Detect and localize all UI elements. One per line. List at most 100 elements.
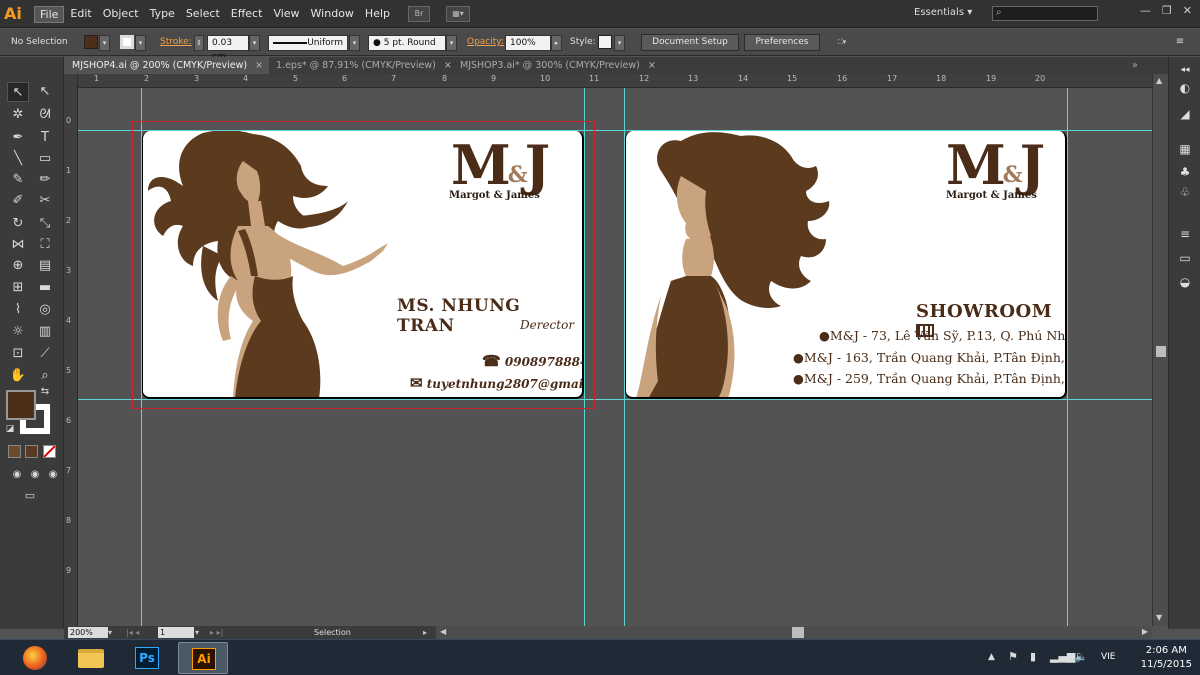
scale-tool-icon[interactable]: ⤡ — [34, 214, 56, 234]
swap-fill-stroke-icon[interactable]: ⇆ — [38, 385, 52, 399]
search-input[interactable]: ⌕ — [992, 6, 1098, 21]
free-transform-tool-icon[interactable]: ⛶ — [34, 235, 56, 255]
scroll-left-icon[interactable]: ◀ — [440, 627, 446, 636]
brushes-panel-icon[interactable]: ▦ — [1176, 140, 1194, 158]
stroke-weight-dropdown[interactable]: ▾ — [249, 35, 260, 51]
horizontal-scroll-thumb[interactable] — [792, 627, 804, 638]
minimize-icon[interactable]: — — [1140, 4, 1151, 17]
artboard-canvas[interactable]: M&J Margot & James MS. NHUNG TRAN Derect… — [78, 88, 1152, 626]
bridge-icon[interactable]: Br — [408, 6, 430, 22]
last-artboard-icon[interactable]: ▸ ▸| — [210, 627, 223, 638]
scroll-up-icon[interactable]: ▲ — [1156, 76, 1162, 85]
zoom-field[interactable]: 200% — [68, 627, 108, 638]
scroll-right-icon[interactable]: ▶ — [1142, 627, 1148, 636]
blend-tool-icon[interactable]: ◎ — [34, 300, 56, 320]
language-indicator[interactable]: VIE — [1101, 652, 1116, 662]
scroll-down-icon[interactable]: ▼ — [1156, 613, 1162, 622]
close-tab-icon[interactable]: × — [648, 60, 656, 71]
tab-1-eps[interactable]: 1.eps* @ 87.91% (CMYK/Preview) × — [270, 57, 458, 74]
hand-tool-icon[interactable]: ✋ — [7, 366, 29, 386]
selection-tool-icon[interactable]: ↖ — [7, 82, 29, 102]
menu-select[interactable]: Select — [181, 6, 225, 23]
menu-view[interactable]: View — [268, 6, 304, 23]
action-center-icon[interactable]: ⚑ — [1008, 650, 1018, 663]
more-tabs-icon[interactable]: » — [1128, 57, 1142, 74]
symbols-panel-icon[interactable]: ♣ — [1176, 163, 1194, 181]
explorer-taskbar-button[interactable] — [66, 642, 116, 674]
swatches-panel-icon[interactable]: ◢ — [1176, 105, 1194, 123]
variable-width-profile[interactable]: Uniform — [268, 35, 348, 51]
guide-vertical[interactable] — [1067, 88, 1068, 626]
workspace-switcher[interactable]: Essentials ▾ — [914, 7, 972, 18]
perspective-grid-tool-icon[interactable]: ▤ — [34, 256, 56, 276]
close-tab-icon[interactable]: × — [255, 60, 263, 71]
tab-mjshop4[interactable]: MJSHOP4.ai @ 200% (CMYK/Preview) × — [66, 57, 270, 74]
power-icon[interactable]: ▮ — [1030, 650, 1036, 663]
business-card-back[interactable]: M&J Margot & James SHOWROOM ●M&J - 73, L… — [625, 131, 1067, 399]
selection-bounding-box[interactable] — [132, 121, 595, 409]
paintbrush-tool-icon[interactable]: ✎ — [7, 170, 29, 190]
photoshop-taskbar-button[interactable]: Ps — [122, 642, 172, 674]
horizontal-scrollbar[interactable]: ◀ ▶ — [436, 626, 1152, 639]
width-tool-icon[interactable]: ⋈ — [7, 235, 29, 255]
menu-file[interactable]: File — [34, 6, 65, 23]
menu-window[interactable]: Window — [306, 6, 359, 23]
menu-effect[interactable]: Effect — [226, 6, 268, 23]
gradient-panel-icon[interactable]: ▭ — [1176, 249, 1194, 267]
draw-inside-icon[interactable]: ◉ — [42, 465, 64, 485]
close-tab-icon[interactable]: × — [444, 60, 452, 71]
symbol-sprayer-tool-icon[interactable]: ☼ — [7, 322, 29, 342]
menu-edit[interactable]: Edit — [65, 6, 96, 23]
rotate-tool-icon[interactable]: ↻ — [7, 214, 29, 234]
stroke-weight-field[interactable]: 0.03 cm — [207, 35, 249, 62]
fill-color-box[interactable] — [6, 390, 36, 420]
lasso-tool-icon[interactable]: ᘛ — [34, 105, 56, 125]
direct-selection-tool-icon[interactable]: ↖ — [34, 82, 56, 102]
opacity-field[interactable]: 100% — [505, 35, 551, 51]
type-tool-icon[interactable]: T — [34, 128, 56, 148]
stroke-swatch[interactable] — [120, 35, 134, 49]
gradient-tool-icon[interactable]: ▬ — [34, 278, 56, 298]
menu-type[interactable]: Type — [145, 6, 180, 23]
transparency-panel-icon[interactable]: ◒ — [1176, 273, 1194, 291]
illustrator-taskbar-button[interactable]: Ai — [178, 642, 228, 674]
scissors-tool-icon[interactable]: ✂ — [34, 191, 56, 211]
stroke-dropdown[interactable]: ▾ — [135, 35, 146, 51]
column-graph-tool-icon[interactable]: ▥ — [34, 322, 56, 342]
panel-menu-icon[interactable]: ≡ — [1172, 35, 1188, 51]
zoom-tool-icon[interactable]: ⌕ — [34, 366, 56, 386]
preferences-button[interactable]: Preferences — [744, 34, 820, 51]
style-dropdown[interactable]: ▾ — [614, 35, 625, 51]
artboard-dropdown[interactable]: ▾ — [195, 627, 199, 638]
tab-mjshop3[interactable]: MJSHOP3.ai* @ 300% (CMYK/Preview) × — [454, 57, 662, 74]
collapse-panels-icon[interactable]: ◂◂ — [1176, 61, 1194, 79]
stroke-label[interactable]: Stroke: — [160, 37, 192, 47]
pen-tool-icon[interactable]: ✒ — [7, 128, 29, 148]
default-colors-icon[interactable]: ◪ — [4, 423, 16, 435]
artboard-number-field[interactable]: 1 — [158, 627, 194, 638]
graphic-style-swatch[interactable] — [598, 35, 612, 49]
vertical-scroll-thumb[interactable] — [1156, 346, 1166, 357]
pencil-tool-icon[interactable]: ✏ — [34, 170, 56, 190]
artboard-tool-icon[interactable]: ⊡ — [7, 344, 29, 364]
volume-icon[interactable]: 🔈 — [1074, 650, 1088, 663]
system-clock[interactable]: 2:06 AM 11/5/2015 — [1141, 644, 1192, 672]
restore-icon[interactable]: ❐ — [1162, 4, 1172, 17]
zoom-dropdown[interactable]: ▾ — [108, 627, 118, 638]
color-panel-icon[interactable]: ◐ — [1176, 79, 1194, 97]
menu-help[interactable]: Help — [360, 6, 395, 23]
current-tool-status[interactable]: Selection — [314, 627, 351, 638]
status-menu-icon[interactable]: ▸ — [423, 627, 427, 638]
slice-tool-icon[interactable]: ⟋ — [34, 344, 56, 364]
fill-swatch[interactable] — [84, 35, 98, 49]
menu-object[interactable]: Object — [98, 6, 144, 23]
profile-dropdown[interactable]: ▾ — [349, 35, 360, 51]
gradient-mode-icon[interactable] — [25, 445, 38, 458]
opacity-dropdown[interactable]: ▸ — [551, 35, 562, 51]
shape-builder-tool-icon[interactable]: ⊕ — [7, 256, 29, 276]
rectangle-tool-icon[interactable]: ▭ — [34, 149, 56, 169]
vertical-ruler[interactable]: 0 1 2 3 4 5 6 7 8 9 — [64, 74, 78, 626]
mesh-tool-icon[interactable]: ⊞ — [7, 278, 29, 298]
stroke-panel-icon[interactable]: ≡ — [1176, 225, 1194, 243]
show-hidden-icons[interactable]: ▲ — [988, 652, 995, 662]
